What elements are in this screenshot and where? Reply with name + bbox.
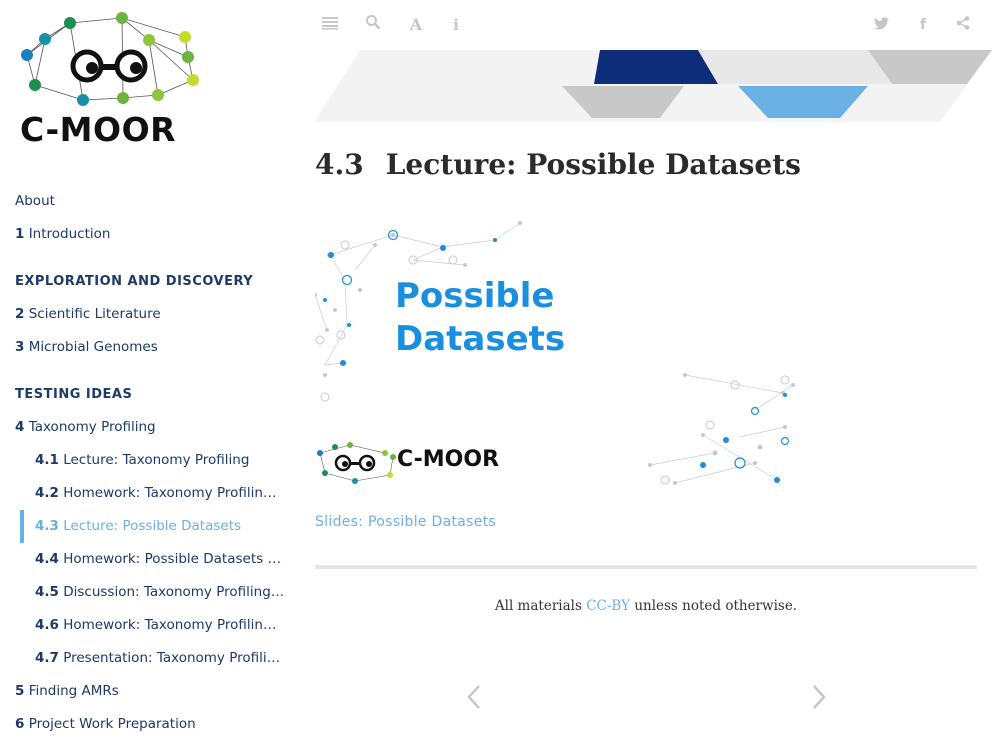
section-number: 4.3 <box>35 518 59 534</box>
share-icon[interactable] <box>952 14 974 36</box>
sidebar-item-4-7[interactable]: 4.7 Presentation: Taxonomy Profiling … <box>35 642 285 675</box>
section-number: 4.7 <box>35 650 59 666</box>
menu-icon[interactable] <box>319 14 341 36</box>
slide-title-line-2: Datasets <box>395 319 566 359</box>
sidebar: C-MOOR About 1 Introduction EXPLORATION … <box>0 0 300 744</box>
sidebar-item-4-1[interactable]: 4.1 Lecture: Taxonomy Profiling <box>35 444 285 477</box>
section-number: 4.3 <box>315 148 364 181</box>
sidebar-item-about[interactable]: About <box>15 185 55 218</box>
header-banner <box>314 50 992 122</box>
footer-suffix: unless noted otherwise. <box>634 598 798 614</box>
slide-title-line-1: Possible <box>395 276 555 316</box>
sidebar-item-scientific-literature[interactable]: 2 Scientific Literature <box>15 298 161 331</box>
next-page-arrow-icon[interactable] <box>804 680 834 714</box>
twitter-icon[interactable] <box>870 14 892 36</box>
sidebar-item-project-work-preparation[interactable]: 6 Project Work Preparation <box>15 708 196 741</box>
chapter-label: Introduction <box>28 226 111 242</box>
chapter-label: Project Work Preparation <box>28 716 196 732</box>
section-label: Lecture: Possible Datasets <box>63 518 242 534</box>
chapter-number: 6 <box>15 716 25 732</box>
search-icon[interactable] <box>362 14 384 36</box>
previous-page-arrow-icon[interactable] <box>460 680 490 714</box>
book-toolbar: A i f <box>300 0 992 50</box>
info-icon[interactable]: i <box>445 14 467 36</box>
sidebar-item-4-6[interactable]: 4.6 Homework: Taxonomy Profiling P… <box>35 609 285 642</box>
chapter-number: 5 <box>15 683 25 699</box>
license-link[interactable]: CC-BY <box>586 598 630 614</box>
sidebar-item-microbial-genomes[interactable]: 3 Microbial Genomes <box>15 331 158 364</box>
chapter-label: Taxonomy Profiling <box>28 419 156 435</box>
slides-link[interactable]: Slides: Possible Datasets <box>315 514 496 530</box>
section-number: 4.5 <box>35 584 59 600</box>
chapter-number: 2 <box>15 306 25 322</box>
license-footer: All materials CC-BY unless noted otherwi… <box>315 598 977 614</box>
section-number: 4.4 <box>35 551 59 567</box>
sidebar-item-4-3-active[interactable]: 4.3 Lecture: Possible Datasets <box>35 510 285 543</box>
slide-title: Possible Datasets <box>395 275 565 361</box>
active-item-indicator <box>20 510 24 543</box>
sidebar-item-taxonomy-profiling[interactable]: 4 Taxonomy Profiling <box>15 411 156 444</box>
sidebar-item-finding-amrs[interactable]: 5 Finding AMRs <box>15 675 119 708</box>
chapter-label: Scientific Literature <box>28 306 161 322</box>
section-label: Discussion: Taxonomy Profiling P… <box>63 584 285 600</box>
sidebar-item-4-2[interactable]: 4.2 Homework: Taxonomy Profiling Pr… <box>35 477 285 510</box>
section-header-exploration: EXPLORATION AND DISCOVERY <box>15 274 254 289</box>
font-settings-icon[interactable]: A <box>405 14 427 36</box>
section-label: Presentation: Taxonomy Profiling … <box>63 650 285 666</box>
slide-thumbnail[interactable]: Possible Datasets C-MOOR <box>315 215 795 490</box>
slide-logo-wordmark: C-MOOR <box>397 447 500 472</box>
chapter-number: 3 <box>15 339 25 355</box>
chapter-number: 4 <box>15 419 25 435</box>
section-label: Lecture: Taxonomy Profiling <box>63 452 250 468</box>
chapter-number: 1 <box>15 226 25 242</box>
logo-wordmark: C-MOOR <box>20 110 177 149</box>
section-title: Lecture: Possible Datasets <box>385 148 801 181</box>
section-label: Homework: Possible Datasets Act… <box>63 551 285 567</box>
footer-prefix: All materials <box>494 598 582 614</box>
sidebar-item-4-4[interactable]: 4.4 Homework: Possible Datasets Act… <box>35 543 285 576</box>
page-title: 4.3 Lecture: Possible Datasets <box>315 148 801 181</box>
facebook-icon[interactable]: f <box>912 14 934 36</box>
chapter-label: Finding AMRs <box>28 683 119 699</box>
section-number: 4.6 <box>35 617 59 633</box>
section-label: Homework: Taxonomy Profiling Pr… <box>63 485 285 501</box>
section-number: 4.2 <box>35 485 59 501</box>
footer-divider <box>315 565 977 569</box>
chapter-label: Microbial Genomes <box>28 339 158 355</box>
section-header-testing-ideas: TESTING IDEAS <box>15 387 133 402</box>
section-label: Homework: Taxonomy Profiling P… <box>63 617 285 633</box>
sidebar-item-introduction[interactable]: 1 Introduction <box>15 218 110 251</box>
sidebar-item-4-5[interactable]: 4.5 Discussion: Taxonomy Profiling P… <box>35 576 285 609</box>
section-number: 4.1 <box>35 452 59 468</box>
